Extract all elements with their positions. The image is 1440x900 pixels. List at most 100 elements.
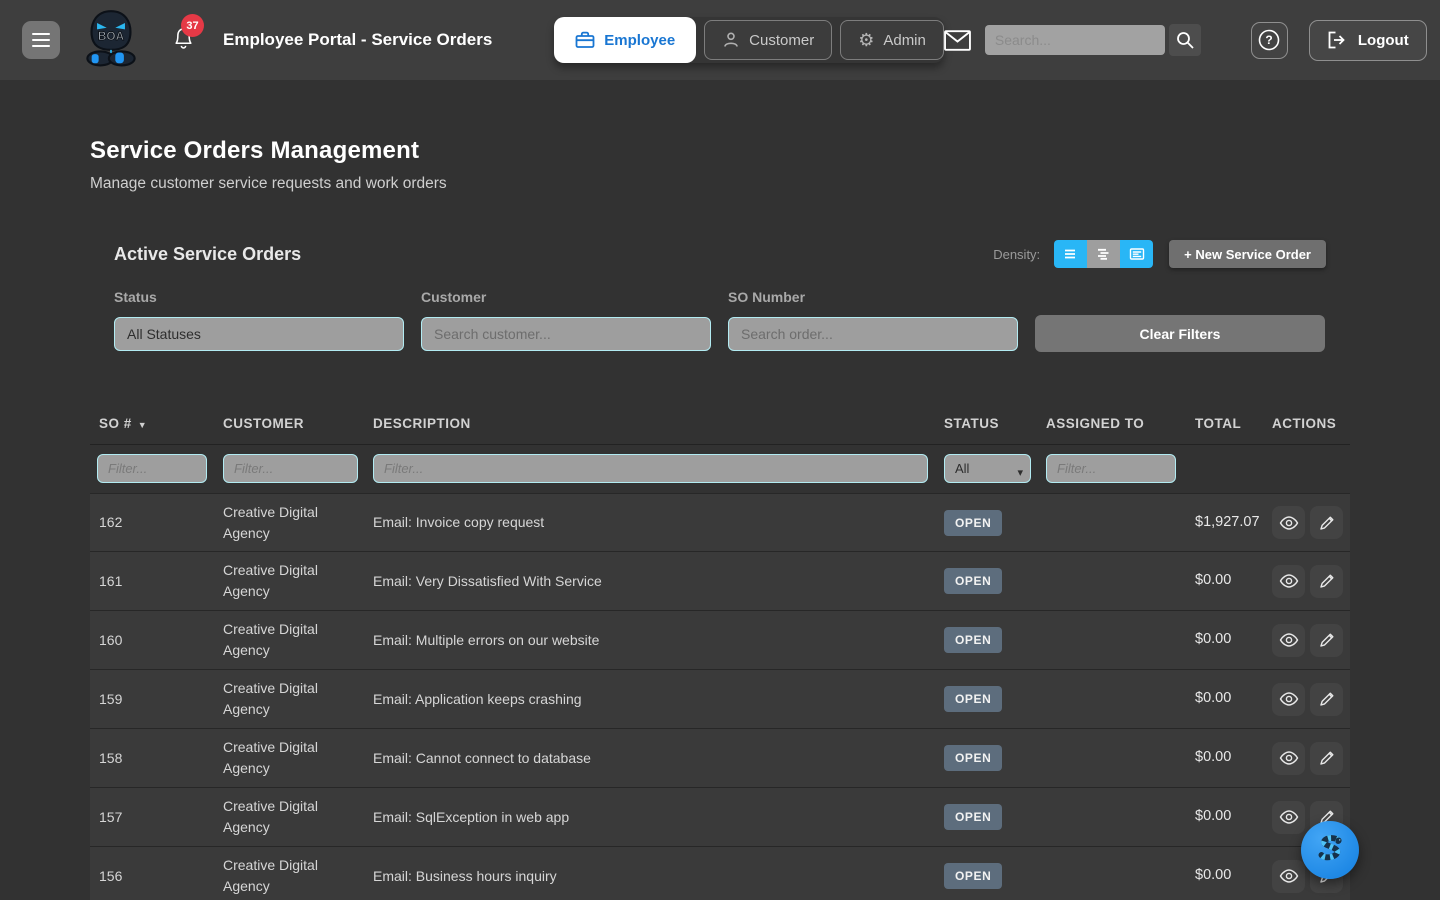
so-number-search-input[interactable] — [728, 317, 1018, 351]
row-so-number: 157 — [99, 807, 223, 828]
eye-icon — [1279, 516, 1299, 530]
logout-icon — [1327, 31, 1347, 49]
clear-filters-field: Clear Filters — [1035, 289, 1325, 352]
row-description: Email: Cannot connect to database — [373, 748, 944, 769]
customer-column-filter-input[interactable] — [223, 454, 358, 483]
col-header-so[interactable]: SO #▼ — [99, 416, 223, 431]
pencil-icon — [1319, 691, 1335, 707]
table-row: 157 Creative Digital Agency Email: SqlEx… — [90, 788, 1350, 847]
col-header-description[interactable]: DESCRIPTION — [373, 416, 944, 431]
tab-admin-label: Admin — [883, 32, 926, 49]
tab-employee[interactable]: Employee — [554, 17, 696, 63]
density-comfortable-button[interactable] — [1087, 240, 1120, 268]
edit-order-button[interactable] — [1310, 683, 1343, 716]
view-order-button[interactable] — [1272, 801, 1305, 834]
notification-badge: 37 — [181, 14, 204, 37]
row-total: $0.00 — [1195, 806, 1272, 828]
snake-icon — [1312, 832, 1348, 868]
pencil-icon — [1319, 515, 1335, 531]
view-order-button[interactable] — [1272, 506, 1305, 539]
edit-order-button[interactable] — [1310, 565, 1343, 598]
portal-tabs: Employee Customer ⚙ Admin — [554, 17, 944, 63]
clear-filters-spacer — [1035, 289, 1325, 305]
density-compact-button[interactable] — [1054, 240, 1087, 268]
notifications-bell[interactable]: 37 — [172, 25, 195, 55]
help-button[interactable]: ? — [1251, 22, 1288, 59]
status-filter-select[interactable]: All Statuses — [114, 317, 404, 351]
view-order-button[interactable] — [1272, 683, 1305, 716]
table-row: 156 Creative Digital Agency Email: Busin… — [90, 847, 1350, 900]
view-order-button[interactable] — [1272, 860, 1305, 893]
edit-order-button[interactable] — [1310, 506, 1343, 539]
row-total: $0.00 — [1195, 629, 1272, 651]
view-order-button[interactable] — [1272, 742, 1305, 775]
table-row: 160 Creative Digital Agency Email: Multi… — [90, 611, 1350, 670]
row-so-number: 156 — [99, 866, 223, 887]
mail-icon[interactable] — [944, 30, 971, 51]
row-total: $0.00 — [1195, 570, 1272, 592]
status-column-filter-select[interactable]: All — [944, 454, 1031, 483]
boa-logo: BOA — [84, 9, 138, 72]
clear-filters-button[interactable]: Clear Filters — [1035, 315, 1325, 352]
help-icon: ? — [1257, 28, 1281, 52]
edit-order-button[interactable] — [1310, 742, 1343, 775]
eye-icon — [1279, 633, 1299, 647]
col-header-customer[interactable]: CUSTOMER — [223, 416, 373, 431]
col-header-assigned[interactable]: ASSIGNED TO — [1046, 416, 1195, 431]
row-customer: Creative Digital Agency — [223, 855, 373, 897]
filters-bar: Status All Statuses Customer SO Number C… — [90, 289, 1350, 352]
row-so-number: 158 — [99, 748, 223, 769]
customer-search-input[interactable] — [421, 317, 711, 351]
row-description: Email: Very Dissatisfied With Service — [373, 571, 944, 592]
col-header-total[interactable]: TOTAL — [1195, 416, 1272, 431]
row-so-number: 161 — [99, 571, 223, 592]
pencil-icon — [1319, 750, 1335, 766]
status-badge: OPEN — [944, 568, 1002, 594]
global-search-input[interactable] — [985, 25, 1165, 55]
col-header-status[interactable]: STATUS — [944, 416, 1046, 431]
briefcase-icon — [575, 31, 595, 49]
menu-button[interactable] — [22, 21, 60, 59]
view-order-button[interactable] — [1272, 624, 1305, 657]
tab-admin[interactable]: ⚙ Admin — [840, 20, 944, 60]
chat-fab-button[interactable] — [1301, 821, 1359, 879]
row-so-number: 160 — [99, 630, 223, 651]
row-customer: Creative Digital Agency — [223, 619, 373, 661]
sort-desc-icon: ▼ — [138, 420, 147, 430]
search-button[interactable] — [1169, 24, 1201, 56]
row-total: $0.00 — [1195, 747, 1272, 769]
panel-controls: Density: — [993, 240, 1326, 268]
row-description: Email: Invoice copy request — [373, 512, 944, 533]
status-filter-field: Status All Statuses — [114, 289, 404, 352]
density-compact-icon — [1063, 247, 1078, 261]
eye-icon — [1279, 869, 1299, 883]
description-column-filter-input[interactable] — [373, 454, 928, 483]
tab-customer[interactable]: Customer — [704, 20, 832, 60]
edit-order-button[interactable] — [1310, 624, 1343, 657]
logout-button[interactable]: Logout — [1309, 20, 1427, 61]
panel-title: Active Service Orders — [114, 244, 301, 265]
view-order-button[interactable] — [1272, 565, 1305, 598]
status-badge: OPEN — [944, 863, 1002, 889]
status-badge: OPEN — [944, 745, 1002, 771]
customer-filter-field: Customer — [421, 289, 711, 352]
svg-text:?: ? — [1266, 33, 1273, 47]
so-number-filter-label: SO Number — [728, 289, 1018, 305]
main-content: Service Orders Management Manage custome… — [0, 137, 1440, 900]
table-row: 161 Creative Digital Agency Email: Very … — [90, 552, 1350, 611]
person-icon — [722, 31, 740, 49]
density-toggle — [1054, 240, 1153, 268]
new-service-order-button[interactable]: + New Service Order — [1169, 240, 1326, 268]
row-customer: Creative Digital Agency — [223, 796, 373, 838]
density-card-button[interactable] — [1120, 240, 1153, 268]
assigned-column-filter-input[interactable] — [1046, 454, 1176, 483]
col-header-actions: ACTIONS — [1272, 416, 1350, 431]
table-header-row: SO #▼ CUSTOMER DESCRIPTION STATUS ASSIGN… — [90, 410, 1350, 445]
service-orders-table: SO #▼ CUSTOMER DESCRIPTION STATUS ASSIGN… — [90, 410, 1350, 900]
navbar: BOA 37 Employee Portal - Service Orders … — [0, 0, 1440, 80]
pencil-icon — [1319, 632, 1335, 648]
so-column-filter-input[interactable] — [97, 454, 207, 483]
row-customer: Creative Digital Agency — [223, 560, 373, 602]
gear-icon: ⚙ — [858, 31, 874, 49]
eye-icon — [1279, 751, 1299, 765]
